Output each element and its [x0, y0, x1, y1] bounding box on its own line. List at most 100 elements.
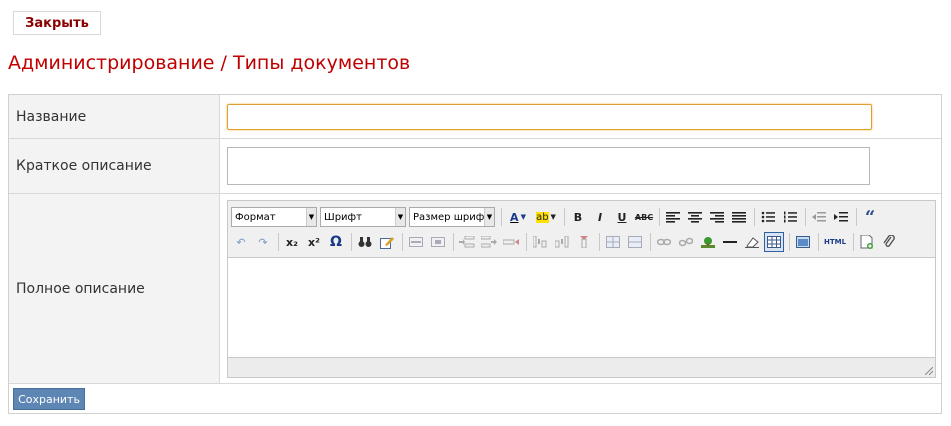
strikethrough-icon[interactable]: ABC	[634, 207, 654, 227]
toolbar-separator	[526, 233, 527, 251]
font-color-icon[interactable]: A ▼	[505, 207, 531, 227]
toolbar-separator	[351, 233, 352, 251]
align-left-icon[interactable]	[663, 207, 683, 227]
insert-row-after-icon[interactable]	[479, 232, 499, 252]
toolbar-separator	[599, 233, 600, 251]
page-title: Администрирование / Типы документов	[8, 52, 411, 74]
table-icon[interactable]	[764, 232, 784, 252]
eraser-glyph	[745, 237, 759, 248]
merge-cells-icon[interactable]	[625, 232, 645, 252]
copy-glyph	[431, 237, 445, 247]
close-button[interactable]: Закрыть	[13, 11, 101, 35]
insert-file-icon[interactable]	[857, 232, 877, 252]
name-label: Название	[9, 95, 220, 138]
file-add-glyph	[860, 235, 873, 249]
image-icon[interactable]	[698, 232, 718, 252]
eraser-icon[interactable]	[742, 232, 762, 252]
save-button[interactable]: Сохранить	[13, 388, 85, 410]
horizontal-rule-glyph	[723, 241, 737, 243]
editor-toolbar-row-2: ↶ ↷ x₂ x² Ω HTML	[231, 231, 901, 253]
window-glyph	[796, 236, 810, 248]
font-select[interactable]: Шрифт ▼	[320, 207, 406, 227]
superscript-icon[interactable]: x²	[304, 232, 324, 252]
toolbar-separator	[278, 233, 279, 251]
insert-col-after-icon[interactable]	[552, 232, 572, 252]
redo-icon[interactable]: ↷	[253, 232, 273, 252]
delete-col-icon[interactable]	[574, 232, 594, 252]
numbered-list-icon[interactable]	[780, 207, 800, 227]
highlight-color-icon[interactable]: ab ▼	[533, 207, 559, 227]
outdent-glyph	[812, 212, 826, 222]
toolbar-separator	[402, 233, 403, 251]
editor-toolbar-row-1: Формат ▼ Шрифт ▼ Размер шрифта ▼ A ▼ ab …	[231, 206, 882, 228]
fullscreen-icon[interactable]	[793, 232, 813, 252]
bullet-list-icon[interactable]	[758, 207, 778, 227]
toolbar-separator	[853, 233, 854, 251]
table-glyph	[767, 236, 781, 248]
split-cells-icon[interactable]	[603, 232, 623, 252]
find-icon[interactable]	[355, 232, 375, 252]
insert-col-before-icon[interactable]	[530, 232, 550, 252]
align-justify-icon[interactable]	[729, 207, 749, 227]
italic-icon[interactable]: I	[590, 207, 610, 227]
unlink-icon[interactable]	[676, 232, 696, 252]
omega-icon[interactable]: Ω	[326, 232, 346, 252]
chevron-down-icon: ▼	[484, 208, 494, 226]
toolbar-separator	[564, 208, 565, 226]
toolbar-separator	[501, 208, 502, 226]
link-icon[interactable]	[654, 232, 674, 252]
full-description-cell: Формат ▼ Шрифт ▼ Размер шрифта ▼ A ▼ ab …	[220, 194, 941, 383]
short-description-cell	[220, 139, 941, 193]
toolbar-separator	[650, 233, 651, 251]
editor-statusbar	[228, 358, 935, 377]
toolbar-separator	[856, 208, 857, 226]
attachment-icon[interactable]	[879, 232, 899, 252]
tree-image-glyph	[701, 237, 715, 248]
col-before-glyph	[533, 236, 547, 248]
form-actions-row: Сохранить	[9, 384, 941, 414]
bold-icon[interactable]: B	[568, 207, 588, 227]
chevron-down-icon: ▼	[395, 208, 405, 226]
name-input[interactable]	[227, 104, 872, 130]
align-center-glyph	[688, 212, 702, 223]
align-center-icon[interactable]	[685, 207, 705, 227]
outdent-icon[interactable]	[809, 207, 829, 227]
delete-col-glyph	[580, 236, 588, 248]
replace-icon[interactable]	[377, 232, 397, 252]
edit-glyph	[380, 236, 394, 249]
toolbar-separator	[659, 208, 660, 226]
copy-icon[interactable]	[428, 232, 448, 252]
editor-content-area[interactable]	[228, 257, 935, 358]
format-select[interactable]: Формат ▼	[231, 207, 317, 227]
insert-row-before-icon[interactable]	[457, 232, 477, 252]
blockquote-icon[interactable]: “	[860, 207, 880, 228]
rich-text-editor: Формат ▼ Шрифт ▼ Размер шрифта ▼ A ▼ ab …	[227, 200, 936, 378]
name-field-cell	[220, 95, 941, 138]
document-type-form: Название Краткое описание Полное описани…	[8, 94, 942, 414]
html-source-icon[interactable]: HTML	[822, 232, 848, 252]
toolbar-separator	[818, 233, 819, 251]
subscript-icon[interactable]: x₂	[282, 232, 302, 252]
resize-handle-icon[interactable]	[925, 367, 933, 375]
format-select-value: Формат	[235, 211, 276, 223]
underline-icon[interactable]: U	[612, 207, 632, 227]
indent-icon[interactable]	[831, 207, 851, 227]
toolbar-separator	[453, 233, 454, 251]
font-size-select[interactable]: Размер шрифта ▼	[409, 207, 495, 227]
toolbar-separator	[789, 233, 790, 251]
font-select-value: Шрифт	[324, 211, 362, 223]
align-right-icon[interactable]	[707, 207, 727, 227]
horizontal-rule-icon[interactable]	[720, 232, 740, 252]
merge-cells-glyph	[628, 236, 642, 248]
cut-icon[interactable]	[406, 232, 426, 252]
undo-icon[interactable]: ↶	[231, 232, 251, 252]
toolbar-separator	[754, 208, 755, 226]
binoculars-glyph	[358, 237, 372, 247]
form-row-short-description: Краткое описание	[9, 139, 941, 194]
align-justify-glyph	[732, 212, 746, 223]
delete-row-icon[interactable]	[501, 232, 521, 252]
short-description-input[interactable]	[227, 147, 870, 185]
cut-glyph	[409, 237, 423, 247]
row-after-glyph	[481, 236, 497, 248]
form-row-full-description: Полное описание Формат ▼ Шрифт ▼ Размер …	[9, 194, 941, 384]
